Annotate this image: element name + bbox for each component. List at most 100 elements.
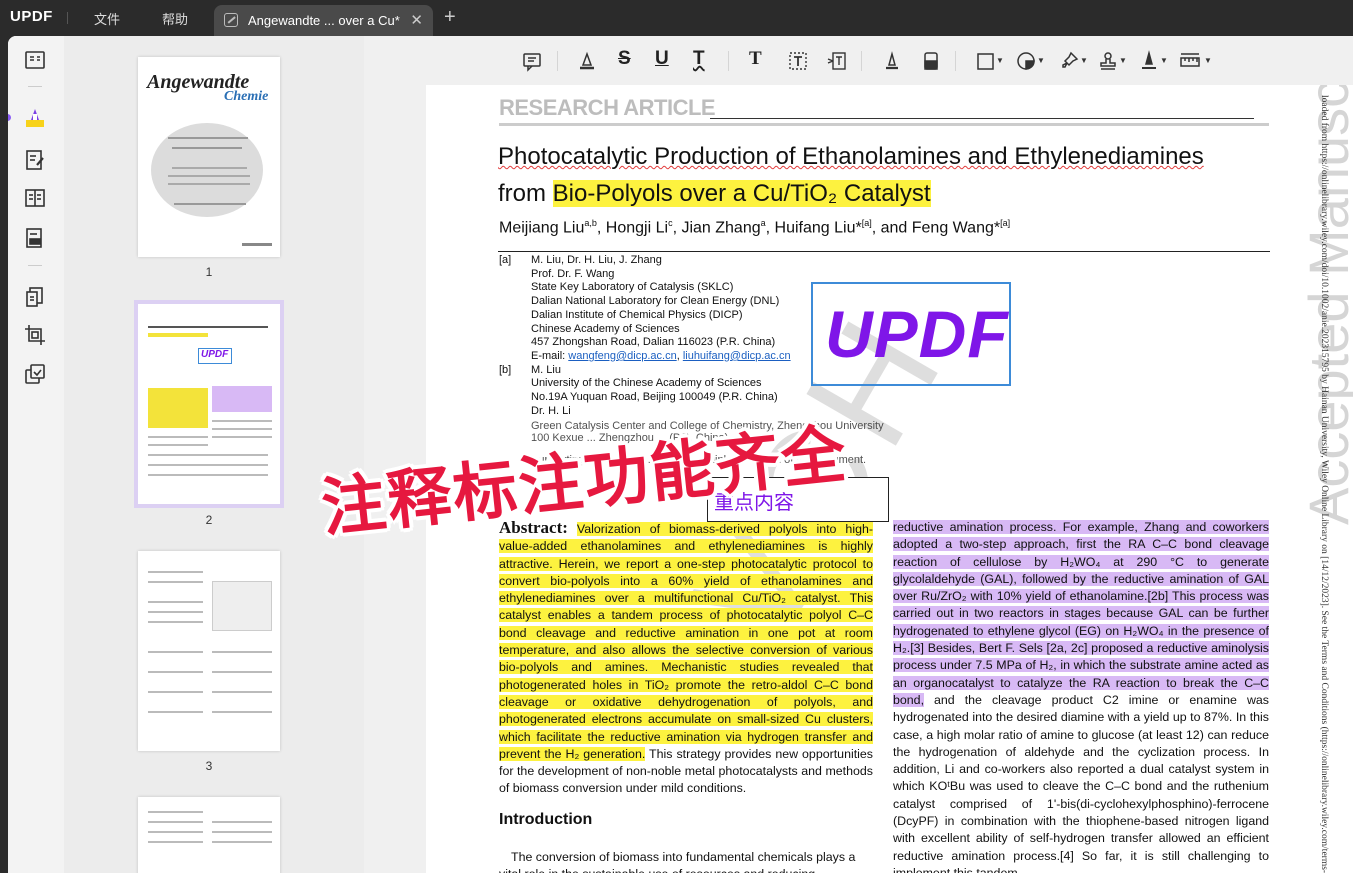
strikethrough-icon[interactable]: S	[618, 48, 631, 70]
author-list: Meijiang Liua,b, Hongji Lic, Jian Zhanga…	[499, 218, 1011, 237]
author-name: Huifang Liu*	[774, 219, 862, 237]
form-icon[interactable]	[23, 226, 47, 250]
thumb-text-line	[148, 464, 268, 466]
document-tab-icon	[224, 13, 238, 27]
intro-heading: Introduction	[499, 811, 593, 828]
abstract-highlight[interactable]: Valorization of biomass-derived polyols …	[499, 522, 873, 761]
sticker-dropdown-icon[interactable]: ▼	[1037, 56, 1045, 65]
text-icon[interactable]: T	[749, 48, 762, 70]
organize-icon[interactable]	[23, 186, 47, 210]
author-name: Jian Zhang	[681, 219, 761, 237]
close-tab-icon[interactable]: ✕	[410, 11, 423, 29]
title-line2-prefix: from	[498, 180, 553, 207]
affiliation-line: Dalian National Laboratory for Clean Ene…	[531, 295, 780, 308]
author-name: Hongji Li	[605, 219, 669, 237]
thumb-highlight	[148, 333, 208, 337]
crop-icon[interactable]	[23, 323, 47, 347]
edit-icon[interactable]	[23, 148, 47, 172]
shape-dropdown-icon[interactable]: ▼	[996, 56, 1004, 65]
thumb-figure	[212, 581, 272, 631]
intro-paragraph: The conversion of biomass into fundament…	[499, 850, 856, 873]
pin-icon[interactable]	[1058, 50, 1080, 72]
page-number-1: 1	[205, 265, 213, 279]
email-link-1[interactable]: wangfeng@dicp.ac.cn	[568, 350, 676, 362]
underline-icon[interactable]: U	[655, 48, 669, 70]
page-thumbnail-2[interactable]: UPDF	[134, 300, 284, 508]
thumb-text-line	[148, 831, 203, 833]
thumb-text-line	[212, 428, 272, 430]
author-rule	[498, 251, 1270, 252]
comment-icon[interactable]	[23, 106, 47, 130]
right-column-highlight[interactable]: reductive amination process. For example…	[893, 520, 1269, 707]
thumb-highlight	[148, 388, 208, 428]
batch-icon[interactable]	[23, 362, 47, 386]
text-callout-icon[interactable]	[826, 50, 848, 72]
thumb-text-line	[148, 621, 203, 623]
title-line1-text: Photocatalytic Production of Ethanolamin…	[498, 143, 1204, 170]
measure-icon[interactable]	[1179, 50, 1201, 72]
menu-file[interactable]: 文件	[94, 9, 120, 28]
app-logo: UPDF	[10, 8, 53, 25]
thumb-text-line	[148, 571, 203, 573]
thumb-text-line	[148, 436, 208, 438]
affiliation-line: University of the Chinese Academy of Sci…	[531, 377, 762, 390]
article-title-line1: Photocatalytic Production of Ethanolamin…	[498, 143, 1204, 171]
shape-icon[interactable]	[975, 50, 997, 72]
email-line: E-mail: wangfeng@dicp.ac.cn, liuhuifang@…	[531, 349, 791, 362]
thumb-highlight	[212, 386, 272, 412]
thumb-text-line	[148, 454, 268, 456]
email-label: E-mail:	[531, 349, 569, 362]
affiliation-label-b: [b]	[499, 364, 512, 376]
sticker-icon[interactable]	[1015, 50, 1037, 72]
squiggly-icon[interactable]: T	[693, 48, 705, 70]
thumb-text-line	[172, 147, 242, 149]
measure-dropdown-icon[interactable]: ▼	[1204, 56, 1212, 65]
eraser-icon[interactable]	[920, 50, 942, 72]
affiliation-line: 457 Zhongshan Road, Dalian 116023 (P.R. …	[531, 336, 776, 349]
page-thumbnail-4[interactable]	[138, 797, 280, 873]
affiliation-line: Dalian Institute of Chemical Physics (DI…	[531, 308, 743, 321]
header-rule-gray	[499, 123, 1269, 126]
page-thumbnail-3[interactable]	[138, 551, 280, 751]
note-icon[interactable]	[521, 50, 543, 72]
thumb-text-line	[212, 671, 272, 673]
affiliation-line: M. Liu, Dr. H. Liu, J. Zhang	[531, 254, 662, 266]
updf-stamp-annotation[interactable]: UPDF	[811, 282, 1011, 386]
affiliations: M. Liu, Dr. H. Liu, J. Zhang Prof. Dr. F…	[531, 254, 791, 418]
page-thumbnail-1[interactable]: Angewandte Chemie	[138, 57, 280, 257]
page-number-2: 2	[205, 513, 213, 527]
convert-icon[interactable]	[23, 285, 47, 309]
textbox-icon[interactable]	[787, 50, 809, 72]
thumb-text-line	[168, 137, 248, 139]
thumb-text-line	[148, 581, 203, 583]
email-link-2[interactable]: liuhuifang@dicp.ac.cn	[683, 350, 791, 362]
thumb-text-line	[168, 183, 250, 185]
thumb-text-line	[148, 671, 203, 673]
thumb-updf-stamp: UPDF	[198, 348, 232, 364]
author-name: Meijiang Liu	[499, 219, 585, 237]
author-affil: c	[668, 218, 673, 228]
pencil-icon[interactable]	[881, 50, 903, 72]
rail-divider	[28, 265, 42, 266]
author-affil: [a]	[1000, 218, 1011, 228]
thumb-text-line	[148, 444, 208, 446]
reader-icon[interactable]	[23, 48, 47, 72]
signature-dropdown-icon[interactable]: ▼	[1160, 56, 1168, 65]
stamp-dropdown-icon[interactable]: ▼	[1119, 56, 1127, 65]
thumb-text-line	[148, 711, 203, 713]
affiliation-line: State Key Laboratory of Catalysis (SKLC)	[531, 281, 734, 294]
new-tab-button[interactable]: +	[444, 6, 456, 29]
stamp-icon[interactable]	[1097, 50, 1119, 72]
updf-stamp-text: UPDF	[825, 297, 1009, 371]
rail-divider	[28, 86, 42, 87]
highlight-icon[interactable]	[576, 50, 598, 72]
document-tab[interactable]: Angewandte ... over a Cu* ✕	[214, 5, 433, 36]
thumb-text-line	[174, 203, 246, 205]
thumbnail-panel: Angewandte Chemie 1 UPDF 2 3	[64, 36, 364, 873]
pin-dropdown-icon[interactable]: ▼	[1080, 56, 1088, 65]
title-highlight[interactable]: Bio-Polyols over a Cu/TiO₂ Catalyst	[552, 180, 931, 207]
signature-icon[interactable]	[1138, 50, 1160, 72]
article-title-line2: from Bio-Polyols over a Cu/TiO₂ Catalyst	[498, 180, 931, 208]
thumb-text-line	[212, 841, 272, 843]
menu-help[interactable]: 帮助	[162, 9, 188, 28]
